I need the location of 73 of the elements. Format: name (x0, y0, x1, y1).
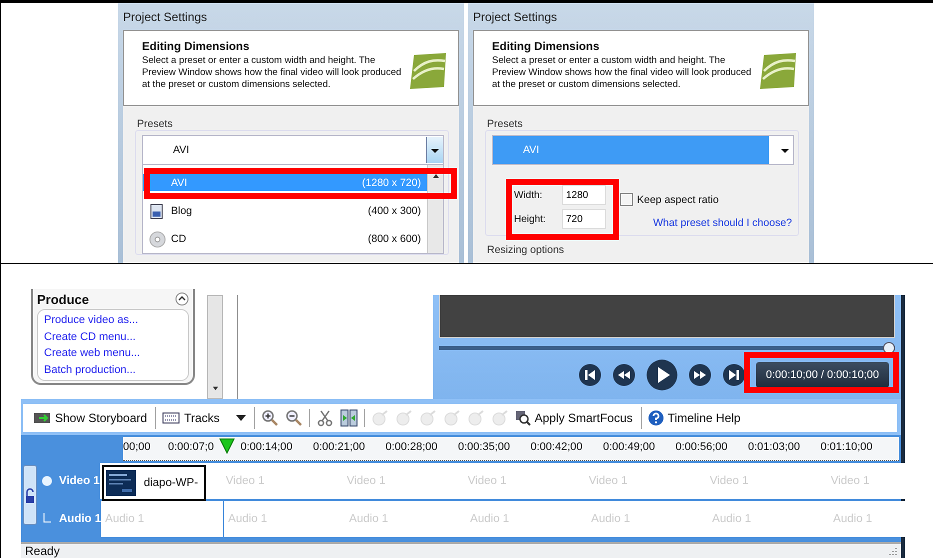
magnifier-icon (514, 410, 531, 426)
disc-icon (148, 230, 166, 248)
group-label: Presets (487, 118, 524, 130)
ruler-label: 0:01:03;00 (748, 441, 800, 453)
ruler-label: 0:00:56;00 (676, 441, 728, 453)
caret-icon (426, 137, 443, 163)
scroll-down-icon (210, 385, 220, 392)
status-text: Ready (25, 544, 60, 558)
time-ruler[interactable]: 00;00 0:00:07;0 0:00:14;00 0:00:21;00 0:00:28;00 0:00:35;00 0:00:42;00 0:00:49;00 0:00:56;00 0:01:03;00 0:01:10;00 (123, 437, 899, 461)
storyboard-icon (33, 411, 51, 425)
scrollbar[interactable] (207, 295, 223, 399)
film-logo-icon (758, 51, 798, 91)
ruler-label: 0:00:42;00 (530, 441, 582, 453)
tree-line (41, 513, 53, 525)
video-clip[interactable]: diapo-WP- (102, 465, 206, 501)
playhead-marker[interactable] (219, 438, 235, 454)
track-name: Audio 1 (59, 513, 102, 525)
scroll-up-icon (430, 172, 440, 180)
height-field[interactable]: 720 (562, 209, 606, 229)
storyboard-button[interactable]: Show Storyboard (33, 407, 156, 429)
skip-start-button[interactable] (578, 363, 602, 387)
document-icon (150, 202, 164, 220)
ruler-label: 0:00:14;00 (240, 441, 292, 453)
ruler-label: 0:00:28;00 (386, 441, 438, 453)
field-label: Height: (514, 214, 547, 224)
help-link[interactable]: What preset should I choose? (620, 217, 794, 229)
task-link[interactable]: Create web menu... (44, 345, 182, 362)
field-label: Width: (514, 190, 544, 200)
ruler-label: 0:00:07;0 (168, 441, 214, 453)
dialog-description: Select a preset or enter a custom width and height. The Preview Window shows how the final video will look produced at the preset or custom dimensions selected. (492, 55, 752, 91)
task-link[interactable]: Produce video as... (44, 312, 182, 328)
preset-item[interactable]: CD (800 x 600) (143, 225, 427, 253)
film-logo-icon (408, 51, 448, 91)
window-title: Project Settings (473, 10, 558, 24)
ruler-label: 0:00:49;00 (603, 441, 655, 453)
fast-forward-button[interactable] (688, 363, 712, 387)
checkbox[interactable] (620, 193, 633, 206)
task-link[interactable]: Create CD menu... (44, 328, 182, 345)
caret-icon (236, 415, 246, 421)
smartfocus-button[interactable]: Apply SmartFocus (514, 407, 642, 429)
rewind-button[interactable] (612, 363, 636, 387)
help-icon (648, 410, 664, 426)
help-button[interactable]: Timeline Help (648, 407, 747, 429)
collapse-icon[interactable] (175, 292, 189, 306)
window-title: Project Settings (123, 10, 208, 24)
ruler-label: 00;00 (123, 441, 151, 453)
dialog-heading: Editing Dimensions (492, 41, 600, 53)
scissors-icon[interactable] (308, 409, 334, 427)
skip-end-button[interactable] (722, 363, 746, 387)
preset-dropdown[interactable]: AVI (142, 135, 444, 165)
dialog-heading: Editing Dimensions (142, 41, 250, 53)
checkbox-label: Keep aspect ratio (637, 194, 719, 206)
width-field[interactable]: 1280 (562, 185, 606, 205)
split-icon[interactable] (340, 409, 365, 427)
group-label: Presets (137, 118, 174, 130)
panel-title: Produce (37, 292, 90, 306)
zoom-in-icon[interactable] (260, 409, 279, 427)
group-label: Resizing options (487, 244, 566, 256)
ruler-label: 0:01:10;00 (820, 441, 872, 453)
task-link[interactable]: Batch production... (44, 362, 182, 378)
track-dot-icon (41, 475, 53, 487)
ruler-label: 0:00:35;00 (458, 441, 510, 453)
resize-grip-icon[interactable] (887, 546, 897, 556)
tracks-dropdown[interactable]: Tracks (162, 407, 255, 429)
play-button[interactable] (646, 359, 678, 391)
lock-button[interactable] (23, 465, 37, 525)
time-display: 0:00:10;00 / 0:00:10;00 (756, 362, 889, 388)
tracks-icon (162, 412, 180, 424)
preset-item[interactable]: Blog (400 x 300) (143, 197, 427, 225)
track-name: Video 1 (59, 475, 100, 487)
zoom-out-icon[interactable] (284, 409, 303, 427)
ruler-label: 0:00:21;00 (313, 441, 365, 453)
dialog-description: Select a preset or enter a custom width and height. The Preview Window shows how the final video will look produced at the preset or custom dimensions selected. (142, 55, 402, 91)
